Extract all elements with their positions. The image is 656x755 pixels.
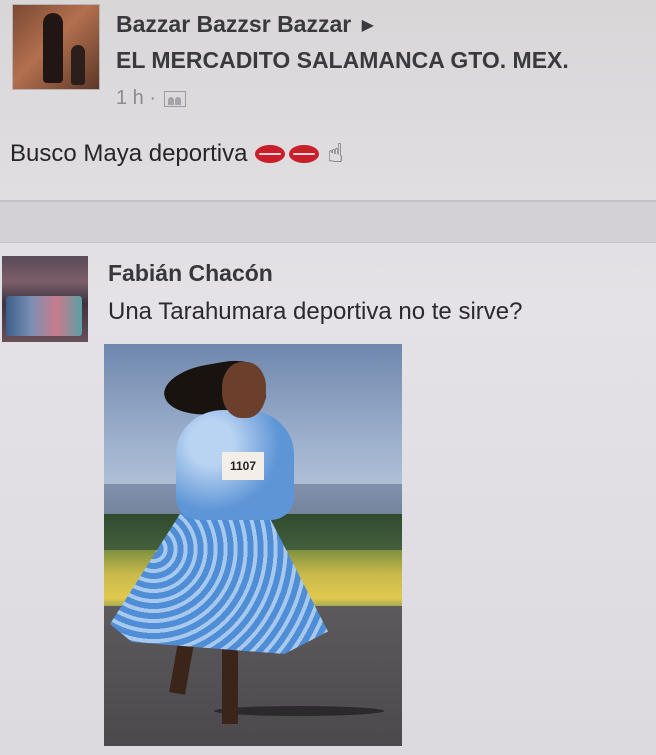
post-header: Bazzar Bazzsr Bazzar ▶ EL MERCADITO SALA… xyxy=(116,8,656,76)
avatar-figure-small xyxy=(71,45,85,85)
runner-head xyxy=(222,362,266,418)
comment-text: Una Tarahumara deportiva no te sirve? xyxy=(108,298,523,325)
runner-shadow xyxy=(214,706,384,716)
group-icon xyxy=(164,90,187,107)
right-triangle-icon: ▶ xyxy=(361,17,374,34)
comment-photo[interactable]: 1107 xyxy=(104,344,402,746)
lip-emoji xyxy=(255,144,286,163)
comment-author-name[interactable]: Fabián Chacón xyxy=(108,260,273,287)
kiss-lips-icon xyxy=(255,144,320,163)
post-timestamp[interactable]: 1 h · xyxy=(116,87,156,110)
comment: Fabián Chacón Una Tarahumara deportiva n… xyxy=(0,240,656,755)
post-author-name[interactable]: Bazzar Bazzsr Bazzar xyxy=(116,11,351,37)
post-author-avatar[interactable] xyxy=(12,4,100,90)
avatar-figure xyxy=(43,13,63,83)
ok-hand-icon: ☝ xyxy=(327,138,344,168)
comment-author-avatar[interactable] xyxy=(2,256,88,342)
post-text: Busco Maya deportiva xyxy=(10,139,248,167)
lip-emoji xyxy=(289,144,320,163)
post-group-name[interactable]: EL MERCADITO SALAMANCA GTO. MEX. xyxy=(116,47,569,73)
group-post: Bazzar Bazzsr Bazzar ▶ EL MERCADITO SALA… xyxy=(0,0,656,205)
post-body: Busco Maya deportiva ☝ xyxy=(10,138,343,169)
race-bib: 1107 xyxy=(222,452,264,480)
avatar-screen xyxy=(6,296,82,336)
post-meta: 1 h · xyxy=(116,87,187,110)
section-divider xyxy=(0,200,656,243)
